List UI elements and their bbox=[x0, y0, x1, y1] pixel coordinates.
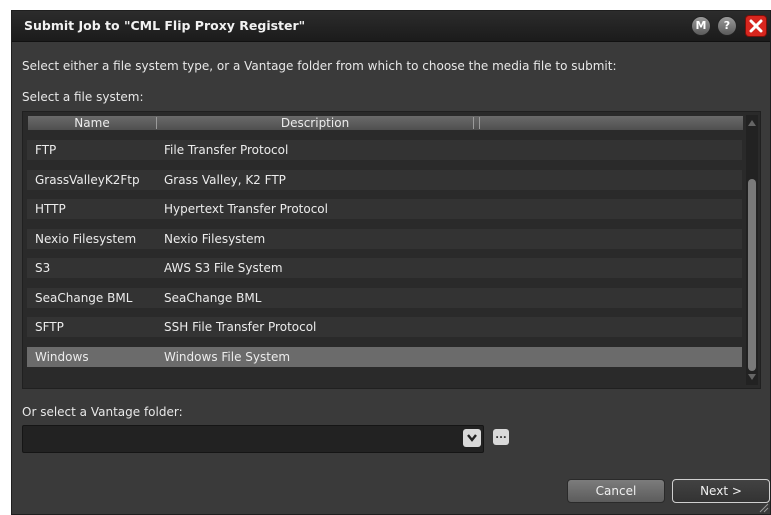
scrollbar-thumb[interactable] bbox=[748, 179, 756, 371]
filesystem-list[interactable]: Name Description FTP File Transfer Protoc… bbox=[22, 111, 761, 389]
table-row[interactable]: GrassValleyK2Ftp Grass Valley, K2 FTP bbox=[27, 169, 742, 190]
table-row[interactable]: HTTP Hypertext Transfer Protocol bbox=[27, 199, 742, 219]
close-button[interactable] bbox=[746, 16, 766, 36]
row-name: Nexio Filesystem bbox=[35, 231, 137, 246]
filesystem-label: Select a file system: bbox=[22, 90, 144, 104]
chevron-down-icon bbox=[467, 434, 477, 442]
table-row[interactable]: SeaChange BML SeaChange BML bbox=[27, 287, 742, 308]
resize-grip-icon[interactable] bbox=[759, 503, 769, 513]
row-name: SeaChange BML bbox=[35, 290, 133, 305]
close-icon bbox=[749, 19, 763, 33]
column-header-description[interactable]: Description bbox=[157, 116, 473, 130]
row-description: Nexio Filesystem bbox=[164, 231, 266, 246]
row-name: SFTP bbox=[35, 320, 64, 334]
column-divider[interactable] bbox=[479, 117, 480, 129]
table-row[interactable]: SFTP SSH File Transfer Protocol bbox=[27, 317, 742, 337]
row-description: SeaChange BML bbox=[164, 290, 262, 305]
instructions-text: Select either a file system type, or a V… bbox=[22, 59, 617, 73]
list-header: Name Description bbox=[27, 115, 744, 131]
browse-button[interactable]: ... bbox=[493, 429, 509, 445]
column-divider[interactable] bbox=[473, 117, 474, 129]
row-description: SSH File Transfer Protocol bbox=[164, 320, 317, 334]
row-description: Hypertext Transfer Protocol bbox=[164, 202, 328, 216]
title-bar[interactable]: Submit Job to "CML Flip Proxy Register" … bbox=[12, 11, 770, 42]
vantage-folder-select[interactable] bbox=[22, 425, 484, 453]
submit-job-dialog: Submit Job to "CML Flip Proxy Register" … bbox=[11, 10, 771, 515]
table-row[interactable]: S3 AWS S3 File System bbox=[27, 258, 742, 278]
row-description: File Transfer Protocol bbox=[164, 143, 289, 157]
row-name: GrassValleyK2Ftp bbox=[35, 172, 140, 187]
scroll-up-icon[interactable] bbox=[748, 119, 756, 127]
table-row[interactable]: FTP File Transfer Protocol bbox=[27, 140, 742, 160]
row-name: S3 bbox=[35, 261, 51, 275]
folder-label: Or select a Vantage folder: bbox=[22, 405, 183, 419]
row-name: HTTP bbox=[35, 202, 66, 216]
table-row[interactable]: Windows Windows File System bbox=[27, 346, 742, 367]
m-button[interactable]: M bbox=[692, 17, 710, 35]
row-name: Windows bbox=[35, 349, 89, 364]
cancel-button[interactable]: Cancel bbox=[567, 479, 665, 503]
help-button[interactable]: ? bbox=[718, 17, 736, 35]
dialog-title: Submit Job to "CML Flip Proxy Register" bbox=[24, 18, 306, 33]
folder-dropdown-button[interactable] bbox=[463, 429, 481, 447]
row-name: FTP bbox=[35, 143, 57, 157]
scroll-down-icon[interactable] bbox=[748, 373, 756, 381]
row-description: AWS S3 File System bbox=[164, 261, 283, 275]
table-row[interactable]: Nexio Filesystem Nexio Filesystem bbox=[27, 228, 742, 249]
vertical-scrollbar[interactable] bbox=[746, 115, 758, 385]
row-description: Windows File System bbox=[164, 349, 291, 364]
row-description: Grass Valley, K2 FTP bbox=[164, 172, 286, 187]
next-button[interactable]: Next > bbox=[672, 479, 770, 503]
column-header-name[interactable]: Name bbox=[28, 116, 156, 130]
